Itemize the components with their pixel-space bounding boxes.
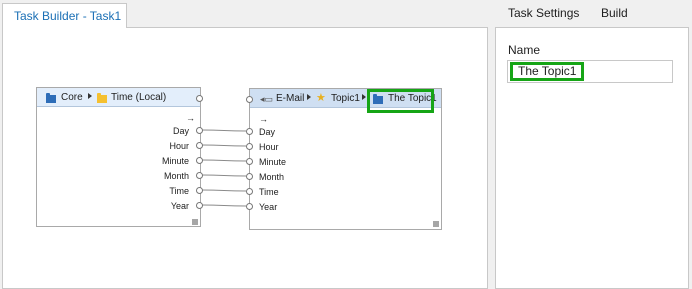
selected-breadcrumb-highlight xyxy=(367,89,434,113)
source-port-label-day: Day xyxy=(172,126,189,136)
target-flow-port[interactable] xyxy=(246,96,253,103)
target-port-label-minute: Minute xyxy=(259,157,287,167)
source-port-day[interactable] xyxy=(196,127,203,134)
source-port-month[interactable] xyxy=(196,172,203,179)
target-port-label-hour: Hour xyxy=(259,142,279,152)
source-port-year[interactable] xyxy=(196,202,203,209)
wire-year[interactable] xyxy=(201,204,247,207)
target-port-month[interactable] xyxy=(246,173,253,180)
target-port-label-time: Time xyxy=(259,187,279,197)
source-breadcrumb-core[interactable]: Core xyxy=(61,92,83,103)
source-port-time[interactable] xyxy=(196,187,203,194)
source-port-label-minute: Minute xyxy=(161,156,189,166)
source-port-label-year: Year xyxy=(170,201,189,211)
target-port-label-year: Year xyxy=(259,202,278,212)
resize-grip-icon[interactable] xyxy=(433,221,439,227)
source-port-label-month: Month xyxy=(163,171,189,181)
target-port-label-month: Month xyxy=(259,172,285,182)
target-port-minute[interactable] xyxy=(246,158,253,165)
target-port-year[interactable] xyxy=(246,203,253,210)
target-port-label-day: Day xyxy=(259,127,276,137)
source-flow-port[interactable] xyxy=(196,95,203,102)
flow-arrow-icon: → xyxy=(186,113,195,123)
source-node[interactable]: Core Time (Local) → Day Hour Minute Month Ti… xyxy=(36,87,203,227)
target-node[interactable]: ◂▭ E-Mail ★ Topic1 The Topic1 → Day Hour M… xyxy=(246,88,442,230)
breadcrumb-separator-icon xyxy=(88,93,92,99)
flow-arrow-icon: → xyxy=(259,114,268,124)
source-node-header[interactable]: Core Time (Local) xyxy=(37,88,200,107)
wire-minute[interactable] xyxy=(201,159,247,162)
source-breadcrumb-time-local[interactable]: Time (Local) xyxy=(111,92,166,103)
email-icon: ◂▭ xyxy=(260,94,274,104)
source-port-minute[interactable] xyxy=(196,157,203,164)
source-port-hour[interactable] xyxy=(196,142,203,149)
source-port-label-time: Time xyxy=(169,186,189,196)
folder-icon xyxy=(97,93,107,103)
target-port-time[interactable] xyxy=(246,188,253,195)
resize-grip-icon[interactable] xyxy=(192,219,198,225)
wire-hour[interactable] xyxy=(201,144,247,147)
tab-task-builder[interactable]: Task Builder - Task1 xyxy=(2,3,127,28)
target-port-hour[interactable] xyxy=(246,143,253,150)
breadcrumb-separator-icon xyxy=(362,94,366,100)
breadcrumb-separator-icon xyxy=(307,94,311,100)
target-breadcrumb-email[interactable]: E-Mail xyxy=(276,93,304,104)
wire-month[interactable] xyxy=(201,174,247,177)
star-icon: ★ xyxy=(316,92,326,104)
wire-time[interactable] xyxy=(201,189,247,192)
folder-icon xyxy=(46,93,56,103)
wire-day[interactable] xyxy=(201,129,247,132)
source-port-label-hour: Hour xyxy=(169,141,189,151)
target-breadcrumb-topic1[interactable]: Topic1 xyxy=(331,93,360,104)
target-port-day[interactable] xyxy=(246,128,253,135)
